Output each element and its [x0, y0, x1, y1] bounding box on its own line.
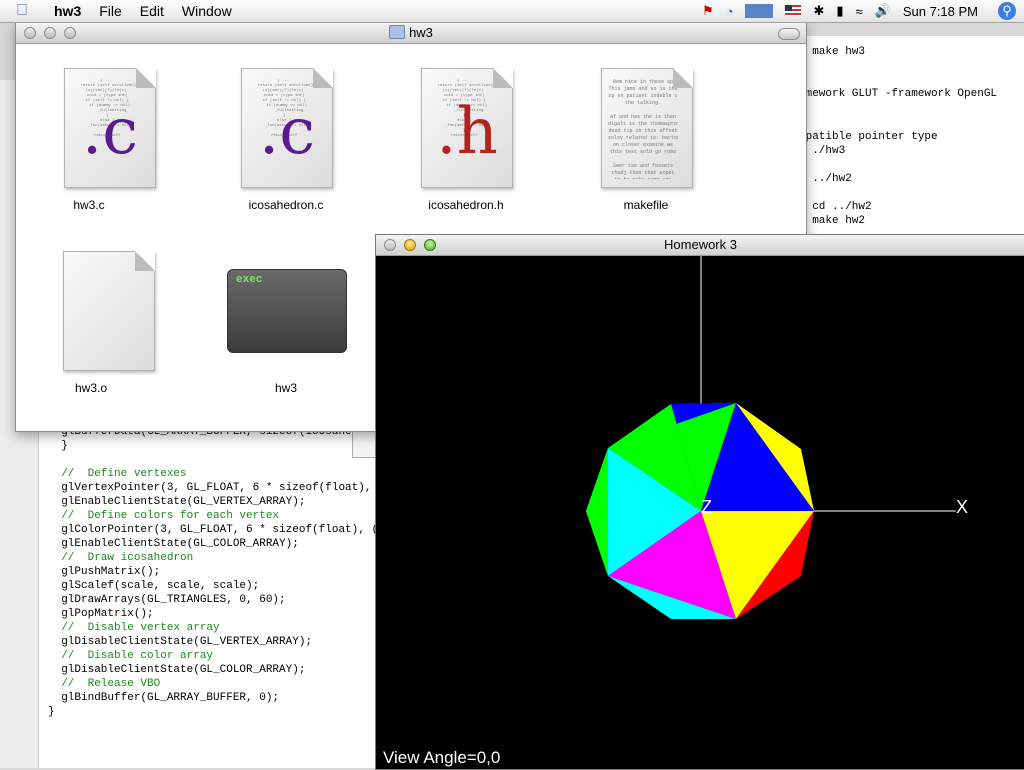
code-text[interactable]: glBufferData(GL_ARRAY_BUFFER, sizeof(ico…: [48, 425, 398, 719]
close-button[interactable]: [24, 27, 36, 39]
header-file-icon: { ... return (self scrollvec) (v)(vec)(f…: [421, 68, 513, 188]
folder-icon: [389, 25, 406, 39]
file-label: makefile: [623, 198, 669, 212]
terminal-line: $ cd ../hw2: [799, 201, 872, 213]
code-line: glDisableClientState(GL_VERTEX_ARRAY);: [48, 636, 313, 648]
volume-icon[interactable]: 🔊: [875, 3, 891, 19]
file-hw3-exec[interactable]: exec hw3: [216, 251, 356, 401]
x-axis-label: X: [956, 497, 968, 517]
menu-extras: ⚑ ◔ ✱ ▮ ≈ 🔊 Sun 7:18 PM ⚲: [690, 0, 1024, 22]
file-label: icosahedron.h: [428, 198, 504, 212]
text-document-icon: Rem nice in these ap This jams and so is…: [601, 68, 693, 188]
opengl-canvas[interactable]: Z X: [376, 256, 1024, 768]
c-source-file-icon: { ... return (self scrollvec) (v)(vec)(f…: [241, 68, 333, 188]
menu-clock[interactable]: Sun 7:18 PM: [903, 4, 978, 19]
glut-titlebar[interactable]: Homework 3: [376, 235, 1024, 256]
face-green-edge: [586, 448, 608, 576]
apple-menu-icon[interactable]: : [16, 2, 36, 20]
code-line: glDisableClientState(GL_COLOR_ARRAY);: [48, 664, 306, 676]
z-axis-label: Z: [701, 497, 712, 517]
close-button[interactable]: [384, 239, 396, 251]
zoom-button[interactable]: [64, 27, 76, 39]
terminal-line: $ make hw3: [799, 46, 866, 58]
code-line: }: [48, 440, 68, 452]
terminal-line: amework GLUT -framework OpenGL: [799, 88, 998, 100]
glut-window[interactable]: Homework 3 Z X View Angle=0,0: [375, 234, 1024, 770]
terminal-line: mpatible pointer type: [799, 131, 938, 143]
terminal-line: $ make hw2: [799, 215, 866, 227]
code-line: glVertexPointer(3, GL_FLOAT, 6 * sizeof(…: [48, 482, 398, 494]
menu-window[interactable]: Window: [182, 3, 232, 19]
finder-titlebar[interactable]: hw3: [16, 23, 806, 44]
app-menu[interactable]: hw3: [54, 3, 81, 19]
toolbar-toggle-button[interactable]: [778, 28, 800, 40]
glut-title: Homework 3: [664, 237, 737, 252]
spotlight-search-icon[interactable]: ⚲: [998, 2, 1016, 20]
code-line: glScalef(scale, scale, scale);: [48, 580, 260, 592]
minimize-button[interactable]: [44, 27, 56, 39]
code-comment: // Draw icosahedron: [48, 552, 194, 564]
file-label: hw3: [274, 381, 297, 395]
menu-bar:  hw3 File Edit Window ⚑ ◔ ✱ ▮ ≈ 🔊 Sun 7…: [0, 0, 1024, 23]
finder-title: hw3: [409, 25, 433, 40]
code-comment: // Define vertexes: [48, 468, 187, 480]
code-line: glBindBuffer(GL_ARRAY_BUFFER, 0);: [48, 692, 280, 704]
code-line: glColorPointer(3, GL_FLOAT, 6 * sizeof(f…: [48, 524, 392, 536]
minimize-button[interactable]: [404, 239, 416, 251]
wifi-icon[interactable]: ≈: [856, 4, 863, 19]
file-label: hw3.o: [74, 381, 108, 395]
clock-pie-icon[interactable]: ◔: [726, 4, 734, 19]
file-label: hw3.c: [73, 198, 105, 212]
battery-icon[interactable]: ▮: [836, 3, 843, 19]
code-comment: // Disable color array: [48, 650, 214, 662]
bluetooth-icon[interactable]: ✱: [813, 3, 824, 19]
executable-terminal-icon: exec: [227, 269, 347, 353]
cpu-monitor-icon[interactable]: [745, 4, 774, 18]
c-source-file-icon: { ... return (self scrollvec) (v)(vec)(f…: [64, 68, 156, 188]
code-comment: // Define colors for each vertex: [48, 510, 280, 522]
code-line: glPopMatrix();: [48, 608, 154, 620]
code-comment: // Disable vertex array: [48, 622, 220, 634]
code-line: glPushMatrix();: [48, 566, 161, 578]
menu-edit[interactable]: Edit: [140, 3, 164, 19]
code-line: glDrawArrays(GL_TRIANGLES, 0, 60);: [48, 594, 286, 606]
flag-icon-status[interactable]: ⚑: [702, 3, 714, 19]
view-angle-readout: View Angle=0,0: [383, 748, 501, 767]
code-line: glEnableClientState(GL_VERTEX_ARRAY);: [48, 496, 306, 508]
code-line: glEnableClientState(GL_COLOR_ARRAY);: [48, 538, 299, 550]
file-label: icosahedron.c: [248, 198, 324, 212]
zoom-button[interactable]: [424, 239, 436, 251]
input-language-flag-icon[interactable]: [785, 4, 802, 19]
blank-document-icon: [63, 251, 155, 371]
code-comment: // Release VBO: [48, 678, 161, 690]
code-line: }: [48, 706, 55, 718]
menu-file[interactable]: File: [99, 3, 122, 19]
